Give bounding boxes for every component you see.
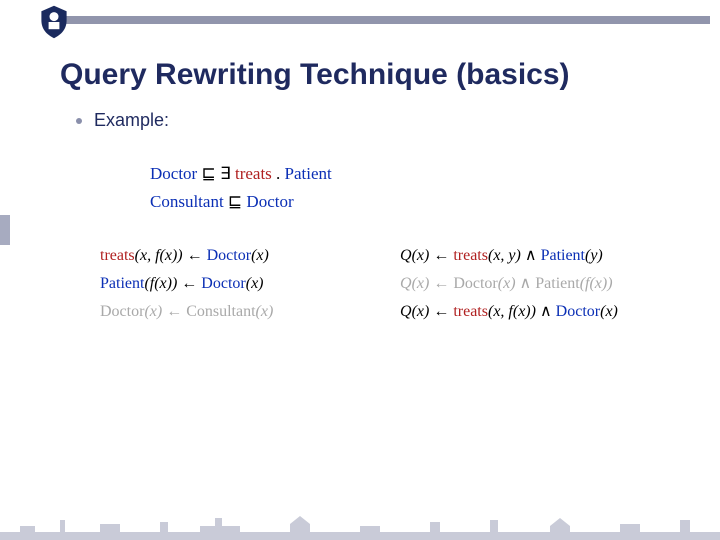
- atom-1: Doctor: [453, 275, 497, 292]
- side-tab-decor: [0, 215, 10, 245]
- rule-body: Doctor: [201, 275, 245, 292]
- atom-2-args: (f(x)): [580, 275, 613, 292]
- concept-consultant: Consultant: [150, 192, 224, 211]
- university-crest-icon: [36, 4, 72, 40]
- rule-right-0: Q(x) ← treats(x, y) ∧ Patient(y): [400, 242, 618, 270]
- rule-body: Consultant: [186, 303, 255, 320]
- bullet-text: Example:: [94, 110, 169, 131]
- subsumption-op: ⊑: [228, 192, 242, 211]
- and-op: ∧: [516, 275, 536, 292]
- rule-arrow: ←: [177, 275, 201, 292]
- axioms-block: Doctor ⊑ ∃ treats . Patient Consultant ⊑…: [150, 160, 332, 216]
- atom-2-args: (y): [585, 247, 603, 264]
- rules-right: Q(x) ← treats(x, y) ∧ Patient(y)Q(x) ← D…: [400, 242, 618, 326]
- axiom-2: Consultant ⊑ Doctor: [150, 188, 332, 216]
- concept-doctor: Doctor: [246, 192, 293, 211]
- rule-body-args: (x): [256, 303, 274, 320]
- header-bar: [58, 16, 710, 24]
- rule-arrow: ←: [162, 303, 186, 320]
- atom-1: treats: [453, 303, 488, 320]
- skyline-footer-icon: [0, 516, 720, 540]
- rule-arrow: ←: [183, 247, 207, 264]
- atom-2-args: (x): [600, 303, 618, 320]
- query-args: (x): [412, 247, 430, 264]
- rules-left: treats(x, f(x)) ← Doctor(x)Patient(f(x))…: [100, 242, 273, 326]
- rule-arrow: ←: [429, 303, 453, 320]
- rule-head-args: (x, f(x)): [135, 247, 183, 264]
- rule-head: Doctor: [100, 303, 144, 320]
- slide-title: Query Rewriting Technique (basics): [60, 58, 570, 92]
- rule-right-2: Q(x) ← treats(x, f(x)) ∧ Doctor(x): [400, 298, 618, 326]
- exists-op: ∃: [220, 164, 231, 183]
- atom-2: Patient: [541, 247, 585, 264]
- rule-head-args: (f(x)): [144, 275, 177, 292]
- rule-right-1: Q(x) ← Doctor(x) ∧ Patient(f(x)): [400, 270, 618, 298]
- and-op: ∧: [536, 303, 556, 320]
- rule-body-args: (x): [251, 247, 269, 264]
- rule-head: treats: [100, 247, 135, 264]
- axiom-1: Doctor ⊑ ∃ treats . Patient: [150, 160, 332, 188]
- and-op: ∧: [521, 247, 541, 264]
- bullet-example: Example:: [76, 110, 169, 131]
- rule-body: Doctor: [207, 247, 251, 264]
- rule-arrow: ←: [429, 247, 453, 264]
- query-args: (x): [412, 275, 430, 292]
- query-args: (x): [412, 303, 430, 320]
- rule-head: Patient: [100, 275, 144, 292]
- rule-body-args: (x): [246, 275, 264, 292]
- query-head: Q: [400, 247, 412, 264]
- rule-arrow: ←: [429, 275, 453, 292]
- query-head: Q: [400, 275, 412, 292]
- atom-2: Patient: [535, 275, 579, 292]
- atom-1-args: (x, y): [488, 247, 521, 264]
- atom-1: treats: [453, 247, 488, 264]
- role-treats: treats: [235, 164, 272, 183]
- concept-patient: Patient: [285, 164, 332, 183]
- atom-1-args: (x, f(x)): [488, 303, 536, 320]
- rule-left-1: Patient(f(x)) ← Doctor(x): [100, 270, 273, 298]
- rule-left-2: Doctor(x) ← Consultant(x): [100, 298, 273, 326]
- atom-1-args: (x): [498, 275, 516, 292]
- atom-2: Doctor: [556, 303, 600, 320]
- query-head: Q: [400, 303, 412, 320]
- rule-left-0: treats(x, f(x)) ← Doctor(x): [100, 242, 273, 270]
- concept-doctor: Doctor: [150, 164, 197, 183]
- subsumption-op: ⊑: [201, 164, 215, 183]
- dot: .: [276, 164, 285, 183]
- rule-head-args: (x): [144, 303, 162, 320]
- bullet-dot-icon: [76, 118, 82, 124]
